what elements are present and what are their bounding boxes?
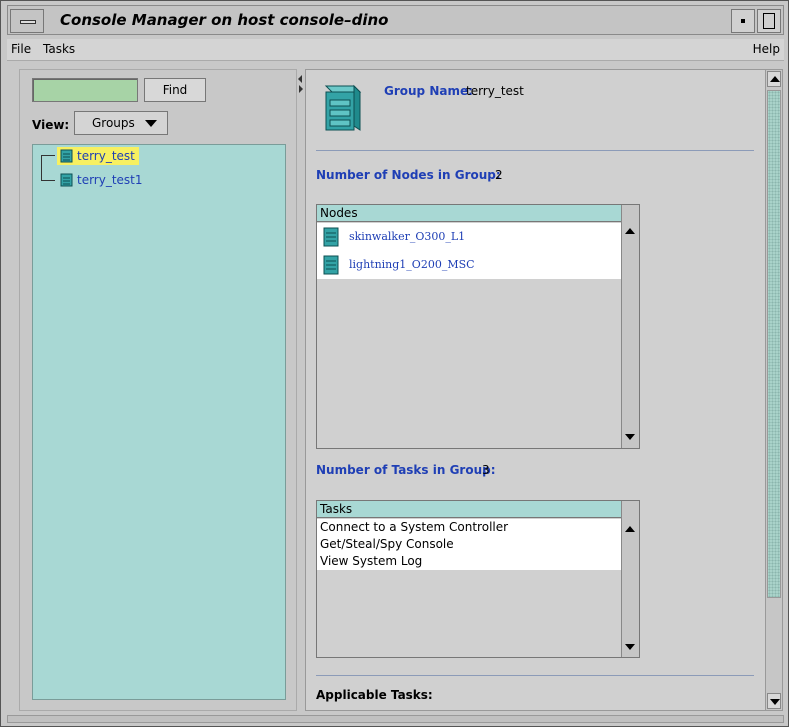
- scroll-down-arrow-icon[interactable]: [767, 693, 781, 709]
- node-icon: [323, 227, 339, 247]
- minimize-button[interactable]: [731, 9, 755, 33]
- tree-item-terry-test1[interactable]: terry_test1: [57, 171, 147, 189]
- scrollbar-thumb[interactable]: [767, 90, 781, 598]
- scroll-down-arrow-icon[interactable]: [624, 431, 637, 444]
- list-item-task[interactable]: View System Log: [317, 553, 622, 570]
- tasks-count-value: 3: [482, 463, 490, 477]
- group-name-label: Group Name:: [384, 84, 473, 98]
- tree-connector-line: [41, 155, 42, 181]
- tree-connector-line: [41, 180, 55, 181]
- maximize-button[interactable]: [757, 9, 781, 33]
- minimize-icon: [741, 19, 745, 23]
- nodes-list: Nodes skinwalker_O300_L1 lightning1_O200…: [316, 204, 640, 449]
- window-title: Console Manager on host console–dino: [60, 11, 389, 29]
- maximize-icon: [763, 13, 775, 29]
- tree-connector-line: [41, 155, 55, 156]
- menu-file[interactable]: File: [11, 42, 31, 56]
- dropdown-arrow-icon: [145, 120, 157, 127]
- list-item-node[interactable]: lightning1_O200_MSC: [317, 251, 622, 279]
- find-input[interactable]: [32, 78, 138, 102]
- console-manager-window: Console Manager on host console–dino Fil…: [0, 0, 789, 727]
- node-icon: [323, 255, 339, 275]
- group-name-value: terry_test: [466, 84, 524, 98]
- window-menu-icon: [20, 20, 36, 24]
- panel-splitter[interactable]: [297, 69, 305, 711]
- menu-bar: File Tasks Help: [7, 39, 784, 61]
- details-scrollbar[interactable]: [765, 70, 782, 710]
- group-large-icon: [324, 84, 362, 131]
- group-tree: terry_test terry_test1: [32, 144, 286, 700]
- scroll-down-arrow-icon[interactable]: [624, 641, 637, 654]
- tree-item-label: terry_test1: [77, 173, 143, 187]
- left-panel: Find View: Groups terry_test terry_test1: [19, 69, 297, 711]
- group-node-icon: [60, 173, 73, 187]
- applicable-tasks-label: Applicable Tasks:: [316, 688, 433, 702]
- menu-help[interactable]: Help: [753, 42, 780, 56]
- nodes-list-scrollbar[interactable]: [621, 205, 639, 448]
- view-dropdown-value: Groups: [92, 116, 135, 130]
- nodes-count-value: 2: [495, 168, 503, 182]
- tree-item-label: terry_test: [77, 149, 135, 163]
- nodes-list-header: Nodes: [317, 205, 622, 222]
- status-strip: [7, 715, 784, 723]
- list-item-task[interactable]: Get/Steal/Spy Console: [317, 536, 622, 553]
- view-dropdown[interactable]: Groups: [74, 111, 168, 135]
- nodes-count-label: Number of Nodes in Group:: [316, 168, 501, 182]
- details-panel: Group Name: terry_test Number of Nodes i…: [305, 69, 783, 711]
- scroll-up-arrow-icon[interactable]: [624, 523, 637, 536]
- find-button[interactable]: Find: [144, 78, 206, 102]
- collapse-right-arrow-icon[interactable]: [299, 85, 303, 93]
- list-item-task[interactable]: Connect to a System Controller: [317, 519, 622, 536]
- nodes-list-rows: skinwalker_O300_L1 lightning1_O200_MSC: [317, 223, 622, 279]
- tasks-list: Tasks Connect to a System Controller Get…: [316, 500, 640, 658]
- separator: [316, 675, 754, 676]
- list-item-node[interactable]: skinwalker_O300_L1: [317, 223, 622, 251]
- menu-tasks[interactable]: Tasks: [43, 42, 75, 56]
- tree-item-terry-test[interactable]: terry_test: [57, 147, 139, 165]
- view-label: View:: [32, 118, 70, 132]
- group-node-icon: [60, 149, 73, 163]
- tasks-list-header: Tasks: [317, 501, 622, 518]
- node-label: skinwalker_O300_L1: [349, 230, 466, 243]
- scroll-up-arrow-icon[interactable]: [767, 71, 781, 87]
- window-menu-button[interactable]: [10, 9, 44, 33]
- node-label: lightning1_O200_MSC: [349, 258, 475, 271]
- tasks-count-label: Number of Tasks in Group:: [316, 463, 496, 477]
- tasks-list-scrollbar[interactable]: [621, 501, 639, 657]
- collapse-left-arrow-icon[interactable]: [298, 75, 302, 83]
- title-bar[interactable]: Console Manager on host console–dino: [7, 5, 784, 35]
- separator: [316, 150, 754, 151]
- tasks-list-rows: Connect to a System Controller Get/Steal…: [317, 519, 622, 570]
- scroll-up-arrow-icon[interactable]: [624, 225, 637, 238]
